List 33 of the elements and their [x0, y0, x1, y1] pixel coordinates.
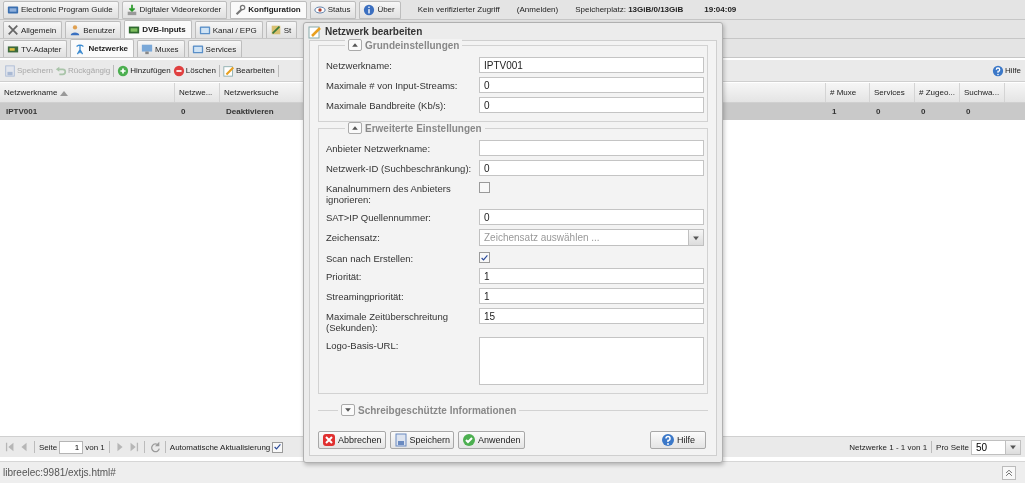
- page-label: Seite: [39, 442, 58, 452]
- field-label: Logo-Basis-URL:: [326, 339, 400, 353]
- table-cell: Deaktivieren: [226, 107, 274, 116]
- field-label: Streamingpriorität:: [326, 290, 405, 304]
- dialog-title: Netzwerk bearbeiten: [325, 26, 423, 37]
- field-label: Maximale # von Input-Streams:: [326, 79, 459, 93]
- section-title: Schreibgeschützte Informationen: [358, 404, 517, 416]
- access-status: Kein verifizierter Zugriff: [417, 5, 500, 14]
- table-cell: 0: [181, 107, 186, 116]
- field-label: Netzwerk-ID (Suchbeschränkung):: [326, 162, 473, 176]
- field-label: Priorität:: [326, 270, 363, 284]
- paging-summary: Netzwerke 1 - 1 von 1: [849, 442, 928, 452]
- auto-refresh-label: Automatische Aktualisierung: [169, 442, 271, 452]
- table-cell: 1: [832, 107, 837, 116]
- field-label: Maximale Zeitüberschreitung (Sekunden):: [326, 310, 449, 333]
- field-label: Zeichensatz:: [326, 231, 381, 245]
- field-label: Maximale Bandbreite (Kb/s):: [326, 99, 447, 113]
- section-title: Grundeinstellungen: [365, 39, 460, 51]
- status-url: libreelec:9981/extjs.html#: [3, 467, 116, 478]
- storage-info: Speicherplatz: 13GiB/0/13GiB: [575, 5, 684, 14]
- section-title: Erweiterte Einstellungen: [365, 122, 482, 134]
- page-count: von 1: [85, 442, 105, 452]
- field-label: Scan nach Erstellen:: [326, 252, 415, 264]
- table-cell: 0: [921, 107, 926, 116]
- field-label: Kanalnummern des Anbieters ignorieren:: [326, 182, 452, 205]
- field-label: Anbieter Netzwerkname:: [326, 142, 432, 156]
- table-cell: 0: [876, 107, 881, 116]
- clock-time: 19:04:09: [704, 5, 737, 14]
- per-page-label: Pro Seite: [936, 442, 969, 452]
- field-label: Netzwerkname:: [326, 59, 393, 73]
- field-label: SAT>IP Quellennummer:: [326, 211, 432, 225]
- table-cell: IPTV001: [6, 107, 38, 116]
- table-cell: 0: [966, 107, 971, 116]
